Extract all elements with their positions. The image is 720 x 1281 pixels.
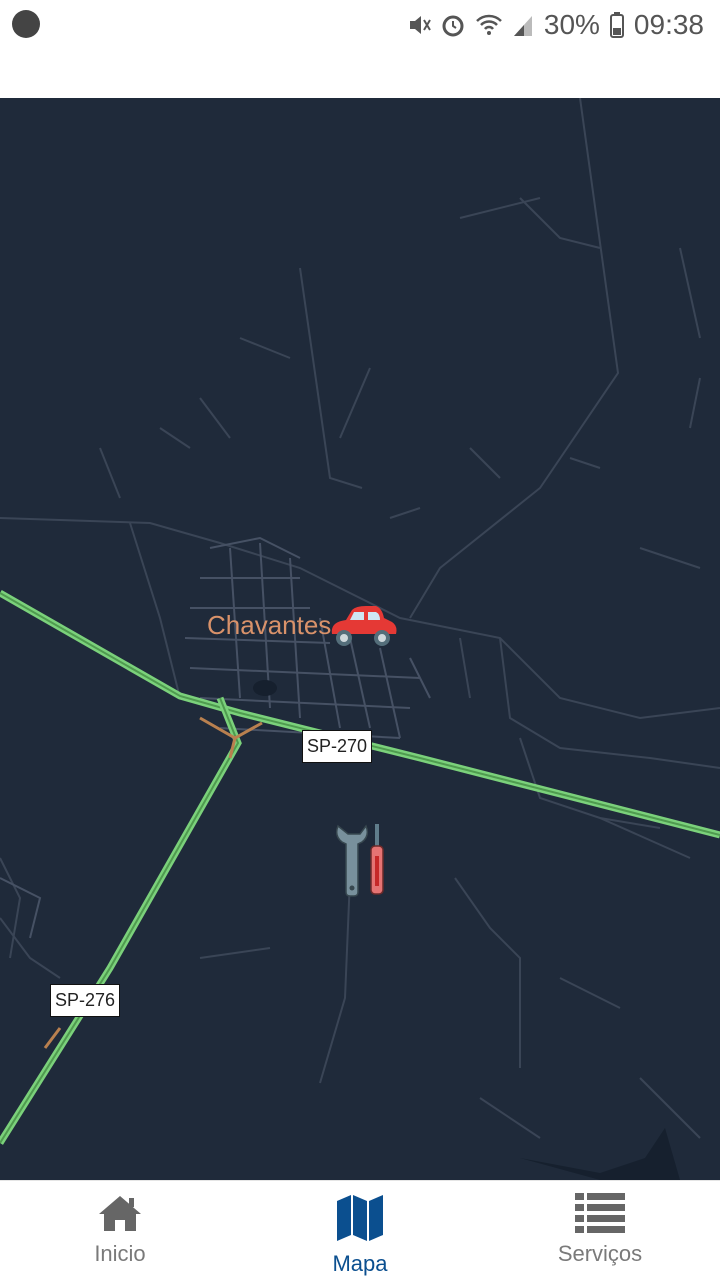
list-icon bbox=[575, 1193, 625, 1233]
nav-label-mapa: Mapa bbox=[332, 1251, 388, 1276]
status-icons bbox=[406, 12, 534, 38]
app-notification-icon bbox=[12, 10, 40, 38]
nav-item-inicio[interactable]: Inicio bbox=[0, 1181, 240, 1281]
battery-percent: 30% bbox=[543, 9, 600, 40]
city-label: Chavantes bbox=[207, 610, 332, 640]
wrench-screwdriver-icon bbox=[335, 824, 384, 897]
nav-item-mapa[interactable]: Mapa bbox=[240, 1181, 480, 1281]
status-right: 30% 09:38 bbox=[406, 8, 704, 42]
nav-label-servicos: Serviços bbox=[557, 1241, 643, 1266]
signal-icon bbox=[513, 16, 532, 36]
water-body bbox=[520, 1128, 680, 1180]
road-label-sp276: SP-276 bbox=[50, 984, 121, 1017]
map-icon bbox=[337, 1195, 383, 1241]
bottom-nav: Inicio Mapa Serviços bbox=[0, 1180, 720, 1281]
road-label-sp270: SP-270 bbox=[302, 730, 373, 763]
wifi-icon bbox=[475, 14, 502, 35]
nav-label-inicio: Inicio bbox=[94, 1241, 146, 1266]
status-bar: 30% 09:38 bbox=[0, 0, 720, 50]
nav-item-servicos[interactable]: Serviços bbox=[480, 1181, 720, 1281]
mute-icon bbox=[409, 16, 431, 34]
map-view[interactable]: Chavantes SP-270 SP-276 bbox=[0, 98, 720, 1180]
home-icon bbox=[99, 1196, 141, 1231]
car-icon bbox=[331, 606, 397, 646]
battery-icon bbox=[609, 12, 624, 38]
app-header-space bbox=[0, 50, 720, 98]
clock: 09:38 bbox=[633, 9, 704, 40]
lake bbox=[253, 680, 277, 696]
alarm-icon bbox=[442, 15, 464, 37]
